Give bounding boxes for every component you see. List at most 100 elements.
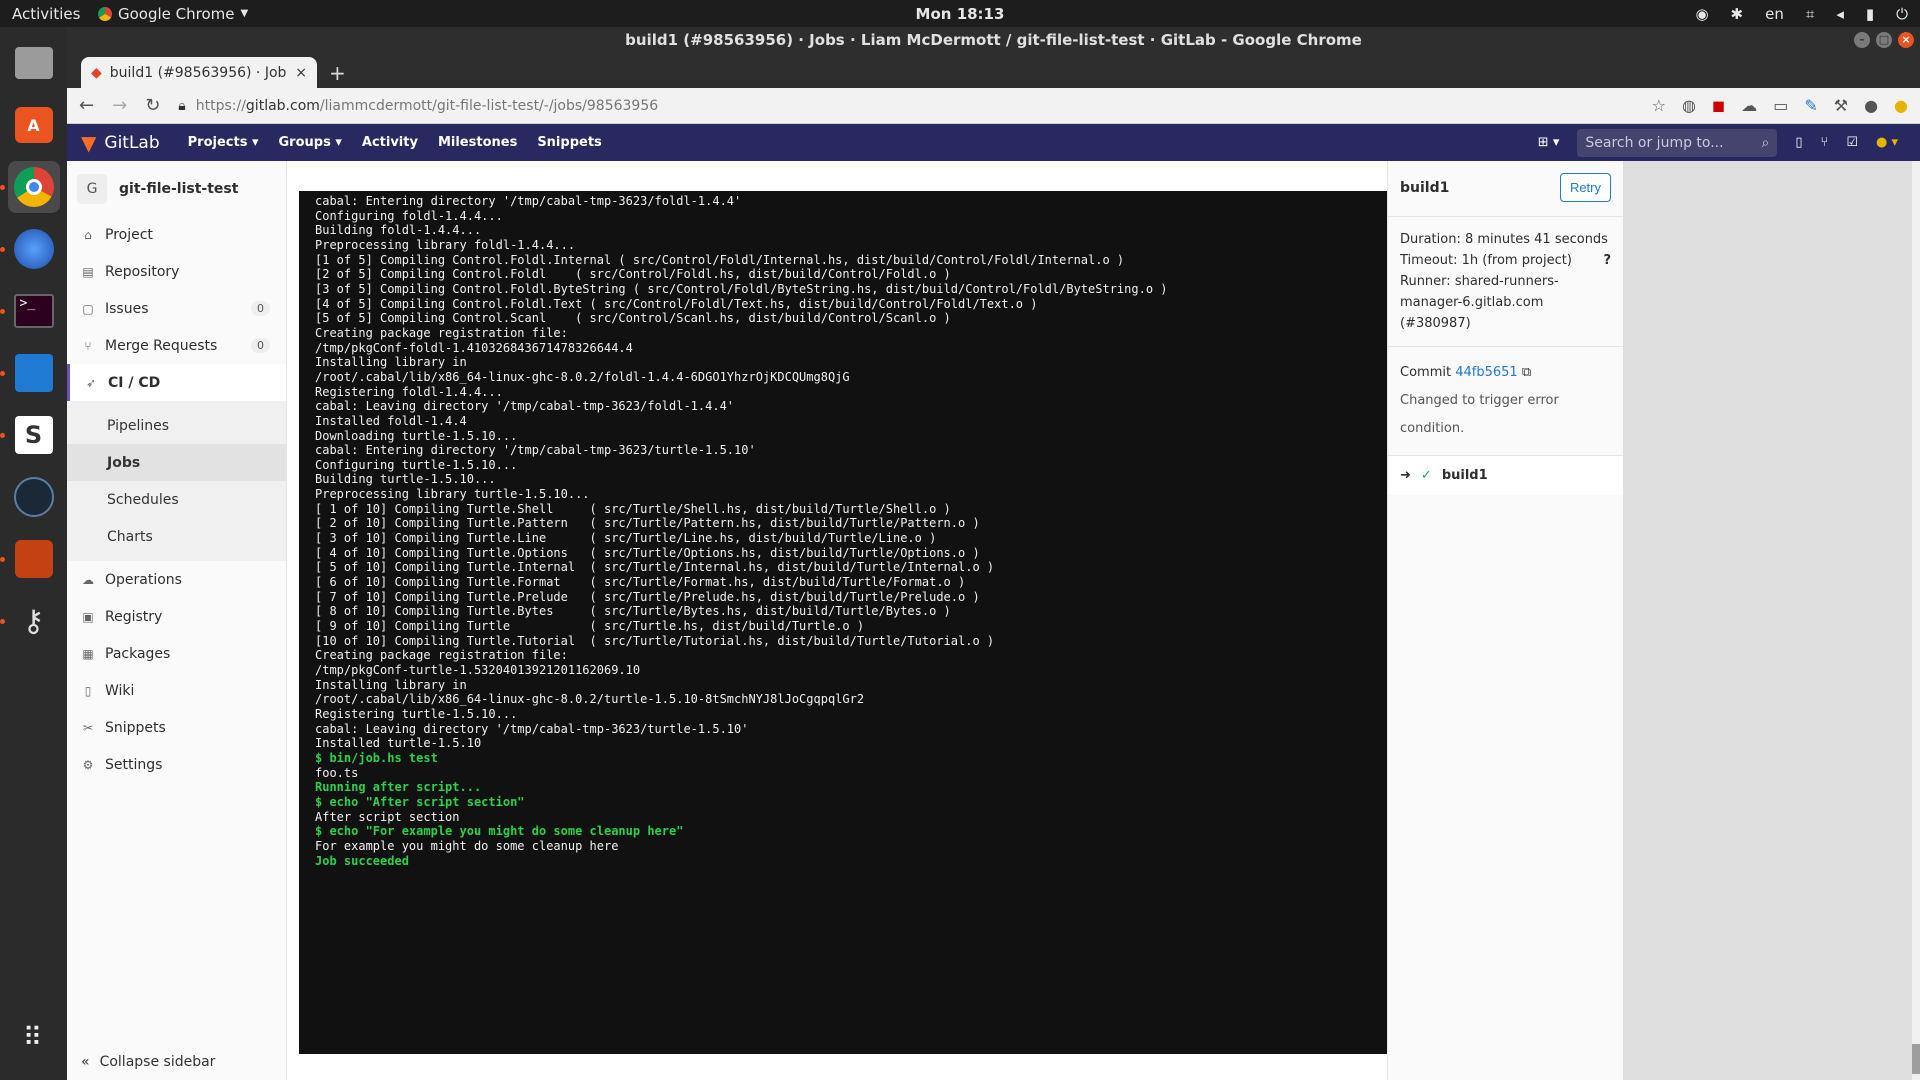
page-scrollbar[interactable] <box>1912 161 1920 1080</box>
chevron-down-icon: ▼ <box>240 8 249 19</box>
sidebar-item-jobs[interactable]: Jobs <box>67 444 286 481</box>
new-tab-button[interactable]: + <box>329 61 346 85</box>
profile-icon[interactable]: ● <box>1864 96 1878 115</box>
battery-icon[interactable]: ▮ <box>1866 5 1874 23</box>
power-icon[interactable]: ⏻ <box>1896 5 1908 23</box>
sidebar-item-project[interactable]: ⌂ Project <box>67 216 286 253</box>
project-avatar: G <box>77 173 107 204</box>
sidebar-item-snippets[interactable]: ✂ Snippets <box>67 709 286 746</box>
show-applications-button[interactable]: ⠿ <box>8 1012 60 1064</box>
slack-launcher[interactable]: S <box>0 409 60 461</box>
tab-strip: ◆ build1 (#98563956) · Jobs × + <box>67 53 1920 88</box>
extension-tool-icon[interactable]: ⚒ <box>1834 96 1848 115</box>
extension-feather-icon[interactable]: ✎ <box>1804 96 1817 115</box>
sidebar-item-cicd[interactable]: ➶ CI / CD <box>67 364 286 401</box>
back-button[interactable]: ← <box>79 95 94 116</box>
chrome-icon <box>98 6 112 21</box>
job-log-area: ▤ 🗑︎ ⤒ ⤓ cabal: Entering directory '/tmp… <box>287 161 1593 1080</box>
language-indicator[interactable]: en <box>1765 5 1784 23</box>
nav-milestones[interactable]: Milestones <box>438 135 517 150</box>
todos-icon[interactable]: ☑ <box>1846 135 1858 150</box>
nav-activity[interactable]: Activity <box>362 135 418 150</box>
package-icon: ▦ <box>82 646 94 661</box>
project-context[interactable]: G git-file-list-test <box>67 161 286 216</box>
gear-icon: ⚙ <box>82 757 94 772</box>
reload-button[interactable]: ↻ <box>145 95 160 116</box>
window-title: build1 (#98563956) · Jobs · Liam McDermo… <box>625 31 1362 49</box>
chrome-icon <box>13 167 54 207</box>
retry-button[interactable]: Retry <box>1559 173 1611 202</box>
minimize-button[interactable]: – <box>1854 32 1870 48</box>
search-icon: ⌕ <box>1761 134 1770 151</box>
sidebar-item-packages[interactable]: ▦ Packages <box>67 635 286 672</box>
tools-launcher[interactable] <box>0 533 60 585</box>
sidebar-item-merge-requests[interactable]: ⑂ Merge Requests 0 <box>67 327 286 364</box>
maximize-button[interactable]: □ <box>1876 32 1892 48</box>
clock[interactable]: Mon 18:13 <box>916 5 1005 23</box>
volume-icon[interactable]: ◂ <box>1836 5 1844 23</box>
cloud-icon: ☁ <box>82 572 94 587</box>
sidebar-item-pipelines[interactable]: Pipelines <box>67 407 286 444</box>
stage-job-item[interactable]: ➜ ✓ build1 <box>1388 456 1623 495</box>
commit-message: Changed to trigger error condition. <box>1400 393 1559 436</box>
arrow-right-icon: ➜ <box>1400 468 1411 483</box>
menu-icon[interactable]: ● <box>1894 96 1908 115</box>
app-menu[interactable]: Google Chrome ▼ <box>98 5 248 23</box>
user-avatar[interactable]: ● ▾ <box>1876 135 1898 150</box>
files-launcher[interactable] <box>8 37 60 89</box>
activities-button[interactable]: Activities <box>0 5 98 23</box>
commit-info: Commit 44fb5651 ⧉ Changed to trigger err… <box>1388 347 1623 456</box>
box-icon: ▣ <box>82 609 94 624</box>
scissors-icon: ✂ <box>82 720 94 735</box>
bookmark-star-icon[interactable]: ☆ <box>1652 96 1666 115</box>
search-input[interactable]: Search or jump to... ⌕ <box>1577 128 1778 157</box>
steam-tray-icon[interactable]: ◉ <box>1695 5 1708 23</box>
sidebar-item-wiki[interactable]: ▯ Wiki <box>67 672 286 709</box>
software-icon: A <box>14 107 53 143</box>
steam-icon <box>13 477 54 517</box>
nav-projects[interactable]: Projects ▾ <box>188 135 259 150</box>
browser-tab[interactable]: ◆ build1 (#98563956) · Jobs × <box>81 57 317 88</box>
collapse-sidebar-button[interactable]: « Collapse sidebar <box>81 1054 215 1070</box>
close-tab-icon[interactable]: × <box>295 65 307 81</box>
forward-button[interactable]: → <box>112 95 127 116</box>
merge-requests-shortcut-icon[interactable]: ⑂ <box>1821 135 1829 150</box>
home-icon: ⌂ <box>84 227 92 242</box>
new-item-dropdown[interactable]: ⊞ ▾ <box>1538 135 1560 150</box>
commit-sha-link[interactable]: 44fb5651 <box>1455 365 1517 380</box>
sidebar-item-repository[interactable]: ▤ Repository <box>67 253 286 290</box>
gitlab-home-link[interactable]: ▼ GitLab <box>81 131 160 155</box>
sidebar-item-operations[interactable]: ☁ Operations <box>67 561 286 598</box>
nav-snippets[interactable]: Snippets <box>537 135 601 150</box>
sidebar-item-issues[interactable]: ▢ Issues 0 <box>67 290 286 327</box>
close-window-button[interactable]: × <box>1898 32 1914 48</box>
extension-timer-icon[interactable]: ◍ <box>1682 96 1696 115</box>
chrome-launcher[interactable] <box>0 161 60 213</box>
extension-shield-icon[interactable]: ◼ <box>1712 96 1725 115</box>
issues-shortcut-icon[interactable]: ▯ <box>1795 135 1802 150</box>
address-bar[interactable]: 🔒︎ https://gitlab.com/liammcdermott/git-… <box>178 98 1633 114</box>
settings-tray-icon[interactable]: ✱ <box>1731 5 1744 23</box>
terminal-launcher[interactable]: >_ <box>0 285 60 337</box>
sidebar-item-registry[interactable]: ▣ Registry <box>67 598 286 635</box>
extension-cloud-icon[interactable]: ☁ <box>1741 96 1757 115</box>
steam-launcher[interactable] <box>8 471 60 523</box>
vscode-launcher[interactable] <box>0 347 60 399</box>
sidebar-item-schedules[interactable]: Schedules <box>67 481 286 518</box>
job-details: Duration: 8 minutes 41 seconds Timeout: … <box>1388 217 1623 347</box>
issues-icon: ▢ <box>82 301 94 316</box>
help-icon[interactable]: ? <box>1603 250 1611 271</box>
book-icon: ▯ <box>84 683 92 698</box>
mr-count-badge: 0 <box>251 338 270 353</box>
vscode-icon <box>14 354 53 392</box>
software-launcher[interactable]: A <box>8 99 60 151</box>
sidebar-item-settings[interactable]: ⚙ Settings <box>67 746 286 783</box>
keys-launcher[interactable]: ⚷ <box>0 595 60 647</box>
network-icon[interactable]: ⌗ <box>1806 5 1814 23</box>
extension-screen-icon[interactable]: ▭ <box>1773 96 1788 115</box>
nav-groups[interactable]: Groups ▾ <box>279 135 342 150</box>
slack-icon: S <box>14 416 53 454</box>
thunderbird-launcher[interactable] <box>0 223 60 275</box>
copy-icon[interactable]: ⧉ <box>1522 365 1531 380</box>
sidebar-item-charts[interactable]: Charts <box>67 518 286 555</box>
